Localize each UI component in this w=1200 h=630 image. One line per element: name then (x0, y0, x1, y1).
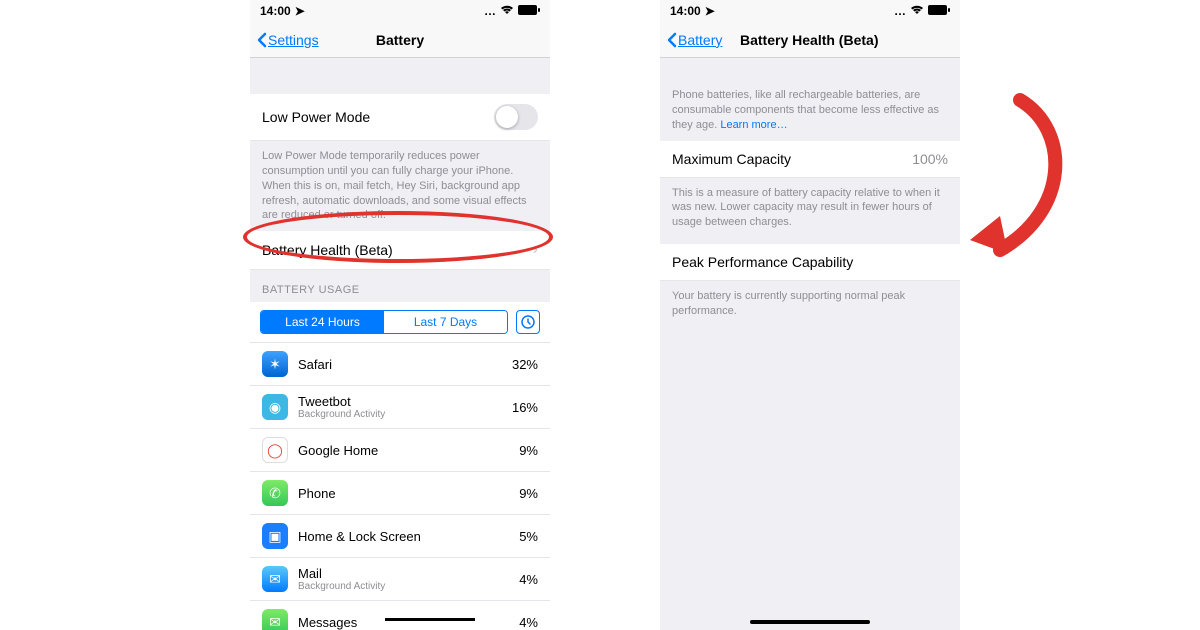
low-power-mode-label: Low Power Mode (262, 109, 370, 125)
chevron-left-icon (666, 32, 678, 48)
app-text: Safari (298, 357, 502, 372)
app-icon: ✶ (262, 351, 288, 377)
maximum-capacity-value: 100% (912, 151, 948, 167)
intro-body: Phone batteries, like all rechargeable b… (672, 89, 939, 131)
low-power-mode-row[interactable]: Low Power Mode (250, 94, 550, 141)
peak-performance-description: Your battery is currently supporting nor… (660, 281, 960, 327)
clock-button[interactable] (516, 310, 540, 334)
app-percentage: 32% (512, 357, 538, 372)
nav-bar: Battery Battery Health (Beta) (660, 22, 960, 58)
usage-row[interactable]: ✆ Phone 9% (250, 472, 550, 515)
app-name: Tweetbot (298, 394, 502, 409)
annotation-arrow (960, 90, 1080, 270)
back-label: Battery (678, 32, 722, 48)
intro-text: Phone batteries, like all rechargeable b… (660, 58, 960, 141)
usage-row[interactable]: ✶ Safari 32% (250, 343, 550, 386)
chevron-right-icon: › (533, 241, 538, 259)
location-icon: ➤ (705, 4, 715, 18)
battery-health-row[interactable]: Battery Health (Beta) › (250, 231, 550, 270)
app-text: TweetbotBackground Activity (298, 394, 502, 420)
battery-usage-header: BATTERY USAGE (250, 270, 550, 302)
usage-row[interactable]: ✉ MailBackground Activity 4% (250, 558, 550, 601)
learn-more-link[interactable]: Learn more… (720, 119, 787, 131)
app-text: Google Home (298, 443, 509, 458)
nav-bar: Settings Battery (250, 22, 550, 58)
usage-row[interactable]: ◯ Google Home 9% (250, 429, 550, 472)
app-percentage: 4% (519, 572, 538, 587)
usage-row[interactable]: ◉ TweetbotBackground Activity 16% (250, 386, 550, 429)
app-name: Mail (298, 566, 509, 581)
app-name: Home & Lock Screen (298, 529, 509, 544)
wifi-icon (500, 4, 514, 18)
app-sublabel: Background Activity (298, 581, 509, 592)
app-icon: ▣ (262, 523, 288, 549)
battery-icon (928, 4, 950, 18)
battery-health-label: Battery Health (Beta) (262, 242, 393, 258)
app-name: Google Home (298, 443, 509, 458)
maximum-capacity-description: This is a measure of battery capacity re… (660, 178, 960, 239)
spacer (250, 58, 550, 94)
app-percentage: 16% (512, 400, 538, 415)
page-title: Battery Health (Beta) (740, 32, 878, 48)
phone-battery-health: 14:00 ➤ … Battery Battery Health (Beta) … (660, 0, 960, 630)
segment-last-24-hours[interactable]: Last 24 Hours (261, 311, 384, 333)
app-icon: ✉ (262, 609, 288, 630)
cellular-dots-icon: … (484, 4, 496, 18)
app-percentage: 9% (519, 443, 538, 458)
app-sublabel: Background Activity (298, 409, 502, 420)
back-button[interactable]: Battery (666, 32, 722, 48)
segmented-row: Last 24 Hours Last 7 Days (250, 302, 550, 343)
wifi-icon (910, 4, 924, 18)
app-text: Phone (298, 486, 509, 501)
segment-last-7-days[interactable]: Last 7 Days (384, 311, 507, 333)
app-icon: ✉ (262, 566, 288, 592)
usage-row[interactable]: ▣ Home & Lock Screen 5% (250, 515, 550, 558)
home-indicator (750, 620, 870, 624)
app-text: MailBackground Activity (298, 566, 509, 592)
app-text: Messages (298, 615, 509, 630)
app-name: Phone (298, 486, 509, 501)
status-time: 14:00 (670, 4, 701, 18)
phone-battery-settings: 14:00 ➤ … Settings Battery Low Power Mod… (250, 0, 550, 630)
status-bar: 14:00 ➤ … (660, 0, 960, 22)
app-percentage: 9% (519, 486, 538, 501)
app-percentage: 4% (519, 615, 538, 630)
location-icon: ➤ (295, 4, 305, 18)
annotation-redaction-bar (385, 618, 475, 621)
maximum-capacity-row: Maximum Capacity 100% (660, 141, 960, 178)
cellular-dots-icon: … (894, 4, 906, 18)
peak-performance-label: Peak Performance Capability (672, 254, 853, 270)
app-icon: ◯ (262, 437, 288, 463)
app-icon: ◉ (262, 394, 288, 420)
app-text: Home & Lock Screen (298, 529, 509, 544)
usage-list: ✶Safari32%◉TweetbotBackground Activity16… (250, 343, 550, 630)
time-range-segmented[interactable]: Last 24 Hours Last 7 Days (260, 310, 508, 334)
peak-performance-row: Peak Performance Capability (660, 244, 960, 281)
back-button[interactable]: Settings (256, 32, 319, 48)
usage-row[interactable]: ✉ Messages 4% (250, 601, 550, 630)
app-name: Safari (298, 357, 502, 372)
battery-icon (518, 4, 540, 18)
page-title: Battery (376, 32, 424, 48)
app-icon: ✆ (262, 480, 288, 506)
low-power-mode-description: Low Power Mode temporarily reduces power… (250, 141, 550, 231)
app-percentage: 5% (519, 529, 538, 544)
low-power-mode-toggle[interactable] (494, 104, 538, 130)
clock-icon (521, 315, 535, 329)
status-time: 14:00 (260, 4, 291, 18)
status-bar: 14:00 ➤ … (250, 0, 550, 22)
maximum-capacity-label: Maximum Capacity (672, 151, 791, 167)
app-name: Messages (298, 615, 509, 630)
back-label: Settings (268, 32, 319, 48)
chevron-left-icon (256, 32, 268, 48)
